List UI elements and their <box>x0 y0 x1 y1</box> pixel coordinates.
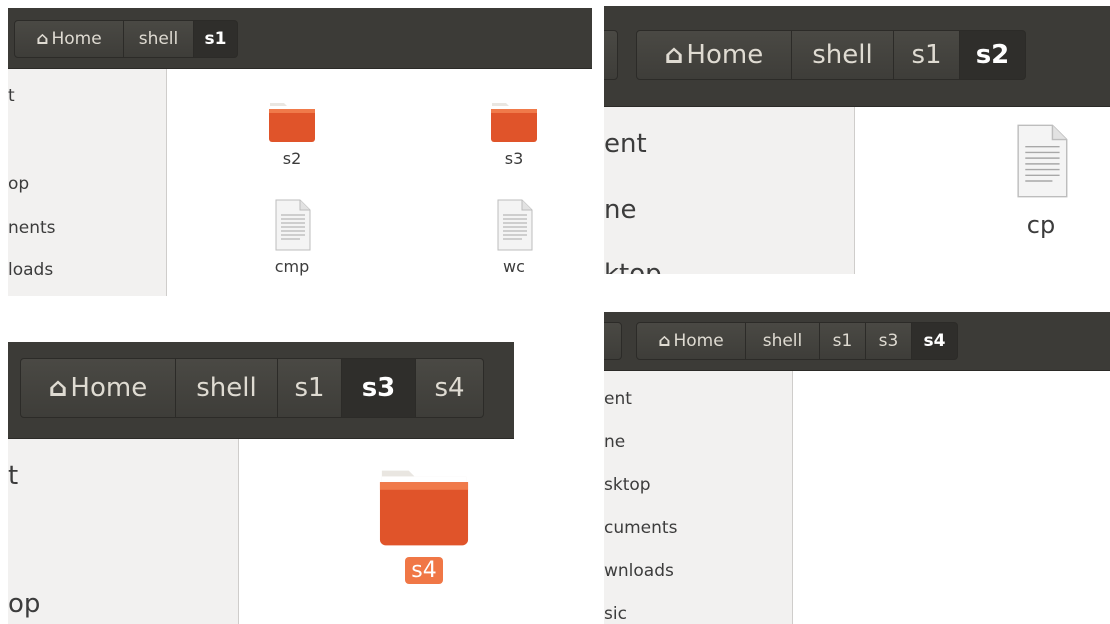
crumb-s1[interactable]: s1 <box>894 30 960 80</box>
file-manager-window-s1: ⌂ Home shell s1 t op nents loads s2 s3 cm… <box>8 8 592 296</box>
crumb-home[interactable]: ⌂ Home <box>14 20 124 58</box>
sidebar-item[interactable]: ne <box>604 195 636 225</box>
sidebar-item[interactable]: t <box>8 86 15 106</box>
file-label: s4 <box>405 557 443 584</box>
file-item-folder[interactable]: s3 <box>479 93 549 168</box>
background <box>604 274 866 308</box>
sidebar-item[interactable]: loads <box>8 260 53 280</box>
document-icon <box>275 199 311 251</box>
sidebar-item[interactable]: op <box>8 174 29 194</box>
sidebar-item[interactable]: sktop <box>604 475 651 495</box>
toolbar-button[interactable] <box>604 30 618 80</box>
breadcrumb: ⌂ Home shell s1 s3 s4 <box>20 358 484 418</box>
sidebar-item[interactable]: ent <box>604 129 647 159</box>
crumb-shell[interactable]: shell <box>792 30 894 80</box>
crumb-label: Home <box>686 40 764 70</box>
file-label: cmp <box>274 257 310 276</box>
crumb-home[interactable]: ⌂ Home <box>636 30 792 80</box>
file-label: wc <box>503 257 525 276</box>
crumb-s3[interactable]: s3 <box>342 358 416 418</box>
breadcrumb: ⌂ Home shell s1 s3 s4 <box>636 322 958 360</box>
sidebar-item[interactable]: sic <box>604 604 627 624</box>
document-icon <box>1017 124 1068 198</box>
sidebar-item[interactable]: t <box>8 461 18 491</box>
file-label: s3 <box>504 149 524 168</box>
file-label: s2 <box>282 149 302 168</box>
crumb-s3[interactable]: s3 <box>866 322 912 360</box>
file-item-folder[interactable]: s4 <box>369 463 479 584</box>
crumb-s4[interactable]: s4 <box>416 358 484 418</box>
file-label: cp <box>1026 211 1056 239</box>
file-item-document[interactable]: wc <box>479 197 549 276</box>
folder-icon <box>269 103 315 142</box>
home-icon: ⌂ <box>48 373 68 403</box>
breadcrumb: ⌂ Home shell s1 s2 <box>636 30 1026 80</box>
sidebar-item[interactable]: nents <box>8 218 56 238</box>
file-manager-window-s4: ⌂ Home shell s1 s3 s4 ent ne sktop cument… <box>604 312 1110 624</box>
file-item-folder[interactable]: s2 <box>257 93 327 168</box>
home-icon: ⌂ <box>664 40 684 70</box>
crumb-s1[interactable]: s1 <box>820 322 866 360</box>
crumb-home[interactable]: ⌂ Home <box>636 322 746 360</box>
home-icon: ⌂ <box>36 29 49 49</box>
file-view: s4 <box>253 439 514 624</box>
crumb-s1[interactable]: s1 <box>194 20 238 58</box>
sidebar-item[interactable]: op <box>8 589 40 619</box>
file-item-document[interactable]: cp <box>994 121 1088 239</box>
crumb-s4[interactable]: s4 <box>912 322 958 360</box>
breadcrumb: ⌂ Home shell s1 <box>14 20 238 58</box>
crumb-label: Home <box>673 331 724 351</box>
file-view: cp <box>866 107 1110 274</box>
crumb-home[interactable]: ⌂ Home <box>20 358 176 418</box>
file-manager-window-s3: ⌂ Home shell s1 s3 s4 t op s4 <box>8 342 514 624</box>
crumb-label: Home <box>70 373 148 403</box>
sidebar: ent ne sktop cuments wnloads sic <box>604 371 793 624</box>
sidebar-item[interactable]: ent <box>604 389 632 409</box>
file-view: s2 s3 cmp wc <box>167 69 592 296</box>
sidebar-item[interactable]: ktop <box>604 259 662 274</box>
crumb-s1[interactable]: s1 <box>278 358 342 418</box>
sidebar: t op <box>8 439 239 624</box>
home-icon: ⌂ <box>658 331 671 351</box>
sidebar: ent ne ktop <box>604 107 855 274</box>
crumb-shell[interactable]: shell <box>124 20 194 58</box>
crumb-label: Home <box>51 29 102 49</box>
sidebar-item[interactable]: wnloads <box>604 561 674 581</box>
file-item-document[interactable]: cmp <box>257 197 327 276</box>
toolbar-button[interactable] <box>604 322 622 360</box>
folder-icon <box>379 470 469 546</box>
sidebar: t op nents loads <box>8 69 167 296</box>
crumb-shell[interactable]: shell <box>746 322 820 360</box>
sidebar-item[interactable]: cuments <box>604 518 677 538</box>
sidebar-item[interactable]: ne <box>604 432 625 452</box>
crumb-shell[interactable]: shell <box>176 358 278 418</box>
file-manager-window-s2: ⌂ Home shell s1 s2 ent ne ktop cp <box>604 6 1110 274</box>
file-view <box>793 371 1110 624</box>
document-icon <box>497 199 533 251</box>
folder-icon <box>491 103 537 142</box>
crumb-s2[interactable]: s2 <box>960 30 1026 80</box>
